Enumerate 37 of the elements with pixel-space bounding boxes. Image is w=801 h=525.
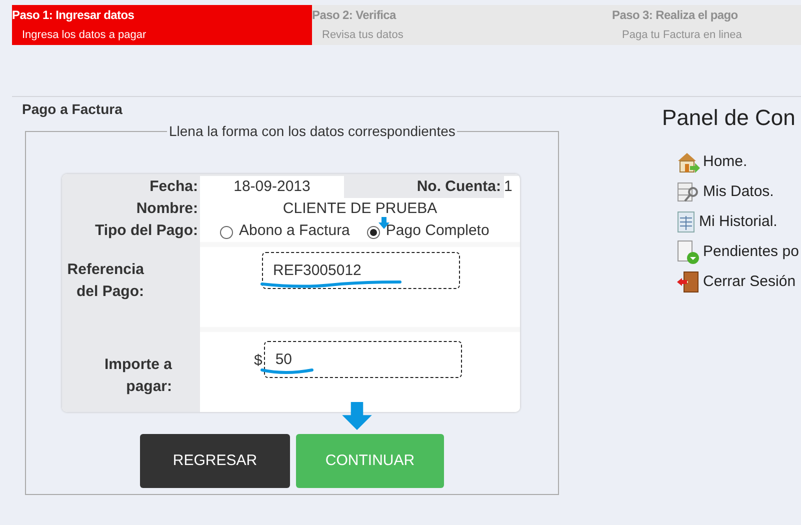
panel-title: Panel de Con xyxy=(662,104,796,132)
radio-icon[interactable] xyxy=(366,226,380,239)
reference-input[interactable]: REF3005012 xyxy=(262,252,460,289)
house-icon xyxy=(676,151,700,173)
payment-type-radio[interactable]: Abono a Factura xyxy=(220,220,350,242)
amount-input[interactable]: 50 xyxy=(264,341,462,378)
annotation-underline xyxy=(260,367,314,376)
step-title: Paso 2: Verifica xyxy=(312,7,398,23)
panel-menu-link[interactable]: Mi Historial. xyxy=(676,210,801,234)
importe-label: Importe a pagar: xyxy=(104,355,172,397)
step-subtitle: Paga tu Factura en linea xyxy=(621,28,743,43)
tipo-label: Tipo del Pago: xyxy=(94,221,198,241)
step-tab[interactable]: Paso 1: Ingresar datos Ingresa los datos a pagar xyxy=(12,5,312,45)
referencia-label: Referencia del Pago: xyxy=(67,260,144,302)
step-subtitle: Revisa tus datos xyxy=(321,28,404,43)
step-subtitle: Ingresa los datos a pagar xyxy=(21,28,148,43)
annotation-arrow xyxy=(340,402,374,430)
document-table-icon xyxy=(676,211,696,233)
fecha-label: Fecha: xyxy=(150,176,198,197)
step-title: Paso 3: Realiza el pago xyxy=(612,7,739,23)
payment-type-radio[interactable]: Pago Completo xyxy=(366,220,490,242)
panel-menu-link[interactable]: Pendientes po xyxy=(676,240,801,264)
step-title: Paso 1: Ingresar datos xyxy=(12,7,136,23)
door-exit-icon xyxy=(676,271,700,293)
panel-menu-link[interactable]: Cerrar Sesión xyxy=(676,270,801,294)
nombre-value: CLIENTE DE PRUEBA xyxy=(282,198,438,219)
page-download-icon xyxy=(676,240,700,264)
cuenta-label: No. Cuenta: xyxy=(416,176,501,197)
radio-icon[interactable] xyxy=(220,226,233,239)
form-legend: Llena la forma con los datos correspondientes xyxy=(167,121,458,142)
currency-symbol: $ xyxy=(254,351,262,371)
panel-menu-link[interactable]: Home. xyxy=(676,150,801,174)
nombre-label: Nombre: xyxy=(136,199,198,219)
panel-menu-link[interactable]: Mis Datos. xyxy=(676,180,801,204)
back-button[interactable]: REGRESAR xyxy=(140,434,290,488)
database-search-icon xyxy=(676,181,700,203)
section-title: Pago a Factura xyxy=(22,100,124,118)
